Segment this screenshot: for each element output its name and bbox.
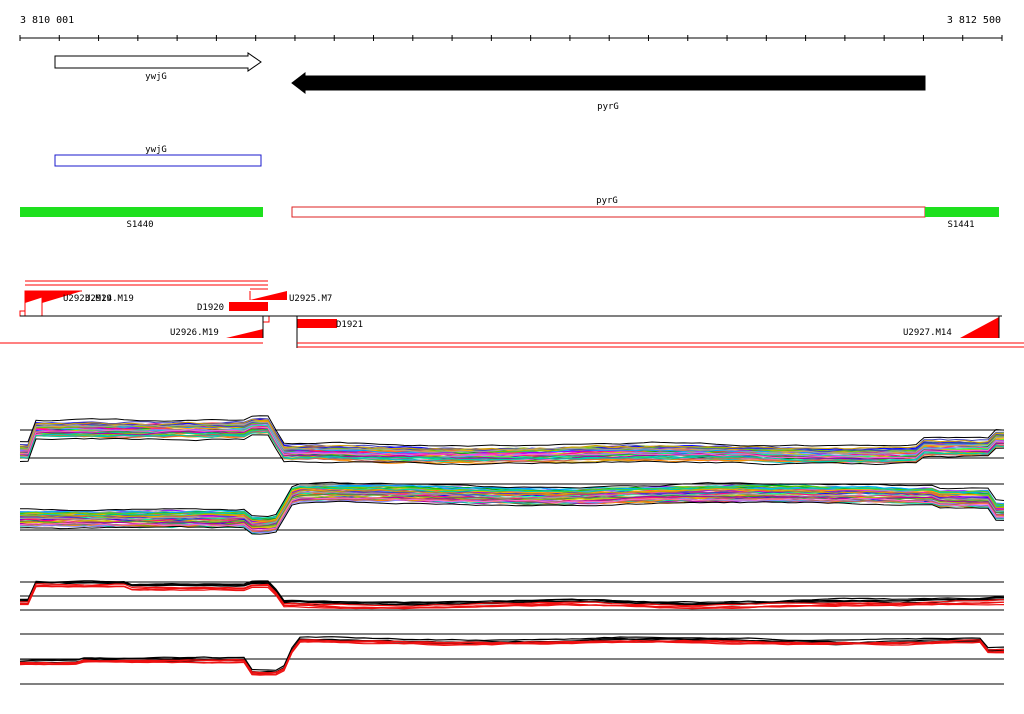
- probe-small-box-mid: [262, 315, 270, 323]
- cds-pyrG-box[interactable]: [291, 206, 926, 218]
- probe-U2927-ramp[interactable]: [960, 317, 999, 338]
- panel4-profile-red: [19, 639, 1005, 674]
- segment-S1440-bar[interactable]: [20, 207, 263, 217]
- ruler-start-label: 3 810 001: [20, 15, 74, 26]
- probe-U2924-label: U2924.M19: [85, 294, 134, 304]
- gene-pyrG-arrow[interactable]: [291, 71, 926, 95]
- expression-panel-redblack-bottom: [19, 633, 1005, 685]
- expression-panel-multicolor-bottom: [19, 481, 1005, 535]
- panel3-profile-red: [20, 583, 1005, 607]
- gene-track: ywjG pyrG: [54, 52, 926, 112]
- coordinate-ruler: 3 810 001 3 812 500: [19, 15, 1003, 41]
- probe-D1920-bar[interactable]: [229, 302, 268, 311]
- cds-ywjG-box[interactable]: [54, 154, 262, 167]
- gene-ywjG-label: ywjG: [145, 72, 167, 82]
- ruler-end-label: 3 812 500: [947, 15, 1001, 26]
- cds-ywjG-label: ywjG: [145, 145, 167, 155]
- probe-U2926-label: U2926.M19: [170, 328, 219, 338]
- segment-S1441-label: S1441: [947, 220, 974, 230]
- cds-track: ywjG pyrG: [54, 145, 926, 218]
- segment-S1441-bar[interactable]: [925, 207, 999, 217]
- probe-D1920-label: D1920: [197, 303, 224, 313]
- panel4-profile-red: [19, 640, 1004, 676]
- probe-U2925-label: U2925.M7: [289, 294, 332, 304]
- panel3-profile-black: [19, 580, 1004, 605]
- segment-S1440-label: S1440: [126, 220, 153, 230]
- segment-track: S1440 S1441: [20, 207, 999, 230]
- expression-panel-redblack-top: [19, 580, 1005, 611]
- probe-U2927-label: U2927.M14: [903, 328, 952, 338]
- genome-browser-view: 3 810 001 3 812 500 ywjG pyrG ywjG pyrG …: [0, 15, 1024, 685]
- gene-ywjG-arrow[interactable]: [54, 52, 262, 72]
- probe-small-box-left: [19, 310, 26, 317]
- cds-pyrG-label: pyrG: [596, 196, 618, 206]
- expression-panel-multicolor-top: [19, 415, 1005, 466]
- probe-U2926-ramp[interactable]: [226, 329, 263, 338]
- gene-pyrG-label: pyrG: [597, 102, 619, 112]
- probe-D1921-bar[interactable]: [297, 319, 337, 328]
- probe-track: U2923.M19 U2924.M19 D1920 U2925.M7 U2926…: [0, 280, 1024, 348]
- probe-U2925-ramp[interactable]: [250, 291, 287, 300]
- probe-D1921-label: D1921: [336, 320, 363, 330]
